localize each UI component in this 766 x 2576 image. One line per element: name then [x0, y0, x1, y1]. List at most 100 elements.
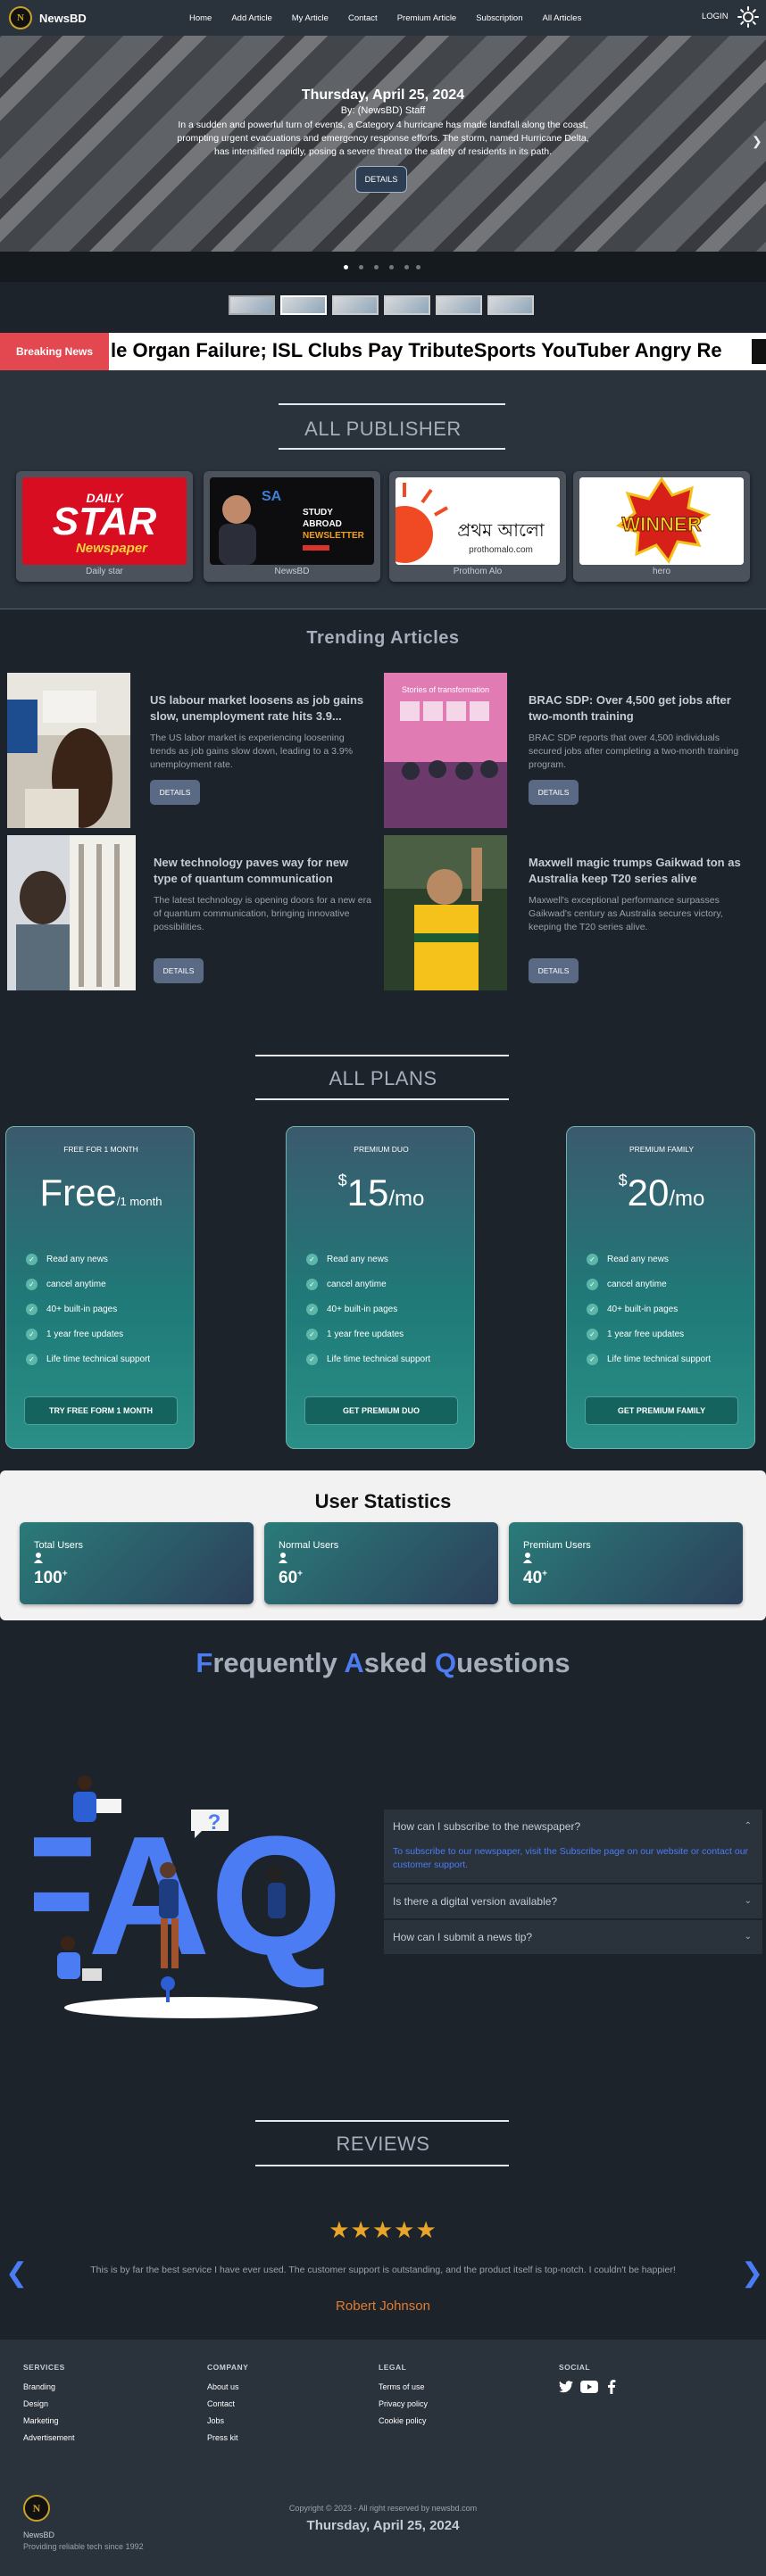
sun-icon[interactable]	[737, 6, 759, 28]
article-details-button[interactable]: DETAILS	[150, 780, 200, 805]
article-image[interactable]	[7, 835, 136, 990]
plan-feature-label: cancel anytime	[327, 1280, 387, 1289]
carousel-thumbnail[interactable]	[280, 295, 327, 315]
plans-section-title: ALL PLANS	[329, 1067, 437, 1089]
footer-link[interactable]: About us	[207, 2382, 239, 2391]
footer	[0, 2340, 766, 2576]
faq-question[interactable]: How can I subscribe to the newspaper?	[393, 1810, 580, 1843]
faq-item[interactable]: How can I submit a news tip? ⌄	[384, 1920, 762, 1954]
faq-item-open[interactable]: How can I subscribe to the newspaper? ⌃ …	[384, 1810, 762, 1883]
hero-carousel: Thursday, April 25, 2024 By: (NewsBD) St…	[0, 0, 766, 252]
brand-name[interactable]: NewsBD	[39, 12, 87, 25]
nav-link-subscription[interactable]: Subscription	[476, 13, 522, 23]
plan-price-main: Free	[39, 1172, 117, 1213]
plan-select-button[interactable]: GET PREMIUM FAMILY	[585, 1396, 738, 1425]
carousel-thumbnail[interactable]	[332, 295, 379, 315]
faq-question[interactable]: Is there a digital version available?	[393, 1884, 557, 1918]
article-title[interactable]: Maxwell magic trumps Gaikwad ton as Aust…	[529, 855, 747, 887]
login-button[interactable]: LOGIN	[702, 12, 729, 21]
plan-feature: ✓ 1 year free updates	[587, 1329, 684, 1340]
article-description: The US labor market is experiencing loos…	[150, 733, 354, 770]
plan-name: FREE FOR 1 MONTH	[63, 1145, 138, 1154]
plan-feature-label: 40+ built-in pages	[607, 1305, 679, 1314]
plan-name: PREMIUM DUO	[354, 1145, 409, 1154]
article-details-button[interactable]: DETAILS	[529, 958, 579, 983]
publisher-card-prothom-alo[interactable]: প্রথম আলো prothomalo.com Prothom Alo	[389, 471, 566, 582]
svg-text:ABROAD: ABROAD	[303, 519, 342, 529]
footer-link[interactable]: Contact	[207, 2399, 235, 2408]
article-image[interactable]	[384, 835, 507, 990]
publisher-name: Prothom Alo	[453, 567, 503, 576]
carousel-thumbnail[interactable]	[436, 295, 482, 315]
carousel-thumbnail[interactable]	[487, 295, 534, 315]
article-image[interactable]: Stories of transformation	[384, 673, 507, 828]
nav-link-all-articles[interactable]: All Articles	[543, 13, 582, 23]
nav-link-premium-article[interactable]: Premium Article	[397, 13, 457, 23]
footer-link[interactable]: Advertisement	[23, 2433, 75, 2442]
footer-link[interactable]: Press kit	[207, 2433, 238, 2442]
chevron-down-icon[interactable]: ⌄	[745, 1884, 752, 1918]
chevron-left-icon[interactable]: ❮	[5, 2257, 28, 2289]
footer-link[interactable]: Terms of use	[379, 2382, 425, 2391]
faq-item[interactable]: Is there a digital version available? ⌄	[384, 1884, 762, 1918]
facebook-icon[interactable]	[607, 2380, 616, 2394]
nav-link-my-article[interactable]: My Article	[292, 13, 329, 23]
article-details-button[interactable]: DETAILS	[529, 780, 579, 805]
check-icon: ✓	[26, 1329, 37, 1340]
plan-feature-label: Read any news	[46, 1255, 108, 1264]
publisher-card-newsbd[interactable]: SA STUDY ABROAD NEWSLETTER NewsBD	[204, 471, 380, 582]
carousel-dot[interactable]	[416, 265, 420, 269]
carousel-thumbnail[interactable]	[229, 295, 275, 315]
svg-text:Newspaper: Newspaper	[76, 541, 148, 556]
faq-title-letter: Q	[435, 1647, 457, 1678]
nav-link-contact[interactable]: Contact	[348, 13, 378, 23]
footer-tagline: Providing reliable tech since 1992	[23, 2542, 144, 2551]
nav-link-add-article[interactable]: Add Article	[231, 13, 271, 23]
footer-link[interactable]: Marketing	[23, 2416, 59, 2425]
carousel-dot[interactable]	[374, 265, 379, 269]
star-icon: ★	[329, 2216, 351, 2243]
chevron-up-icon[interactable]: ⌃	[745, 1810, 752, 1843]
carousel-dot[interactable]	[359, 265, 363, 269]
stat-card-normal-users: Normal Users 60+	[264, 1522, 498, 1604]
stat-suffix: +	[297, 1569, 303, 1579]
navbar: N NewsBD Home Add Article My Article Con…	[0, 0, 766, 36]
plan-feature: ✓ Read any news	[306, 1254, 388, 1265]
carousel-dot[interactable]	[389, 265, 394, 269]
carousel-dot[interactable]	[404, 265, 409, 269]
footer-link[interactable]: Cookie policy	[379, 2416, 427, 2425]
footer-link[interactable]: Jobs	[207, 2416, 224, 2425]
plan-card: PREMIUM FAMILY $20/mo ✓ Read any news ✓ cance…	[566, 1126, 755, 1449]
article-title[interactable]: US labour market loosens as job gains sl…	[150, 692, 369, 725]
carousel-thumbnail[interactable]	[384, 295, 430, 315]
nav-link-home[interactable]: Home	[189, 13, 212, 23]
twitter-icon[interactable]	[559, 2381, 573, 2393]
faq-question[interactable]: How can I submit a news tip?	[393, 1920, 532, 1954]
logo-icon[interactable]: N	[9, 6, 32, 29]
carousel-dot[interactable]	[344, 265, 348, 269]
footer-link[interactable]: Privacy policy	[379, 2399, 428, 2408]
plan-select-button[interactable]: GET PREMIUM DUO	[304, 1396, 458, 1425]
plan-feature: ✓ 1 year free updates	[26, 1329, 123, 1340]
breaking-news-ticker[interactable]: le Organ Failure; ISL Clubs Pay TributeS…	[111, 339, 722, 362]
publisher-card-hero[interactable]: WINNER hero	[573, 471, 750, 582]
winner-logo: WINNER	[579, 477, 744, 565]
hero-byline: By: (NewsBD) Staff	[340, 105, 426, 116]
article-image[interactable]	[7, 673, 130, 828]
plan-select-button[interactable]: TRY FREE FORM 1 MONTH	[24, 1396, 178, 1425]
youtube-icon[interactable]	[580, 2381, 598, 2393]
chevron-right-icon[interactable]: ❯	[752, 134, 762, 149]
svg-text:STAR: STAR	[53, 500, 157, 543]
article-details-button[interactable]: DETAILS	[154, 958, 204, 983]
footer-link[interactable]: Design	[23, 2399, 48, 2408]
hero-details-button[interactable]: DETAILS	[355, 166, 407, 193]
article-title[interactable]: New technology paves way for new type of…	[154, 855, 372, 887]
publisher-card-daily-star[interactable]: DAILY STAR Newspaper Daily star	[16, 471, 193, 582]
svg-text:WINNER: WINNER	[621, 513, 701, 535]
footer-link[interactable]: Branding	[23, 2382, 55, 2391]
check-icon: ✓	[26, 1304, 37, 1315]
chevron-right-icon[interactable]: ❯	[741, 2257, 763, 2289]
hero-date: Thursday, April 25, 2024	[301, 87, 465, 103]
article-title[interactable]: BRAC SDP: Over 4,500 get jobs after two-…	[529, 692, 747, 725]
chevron-down-icon[interactable]: ⌄	[745, 1920, 752, 1954]
